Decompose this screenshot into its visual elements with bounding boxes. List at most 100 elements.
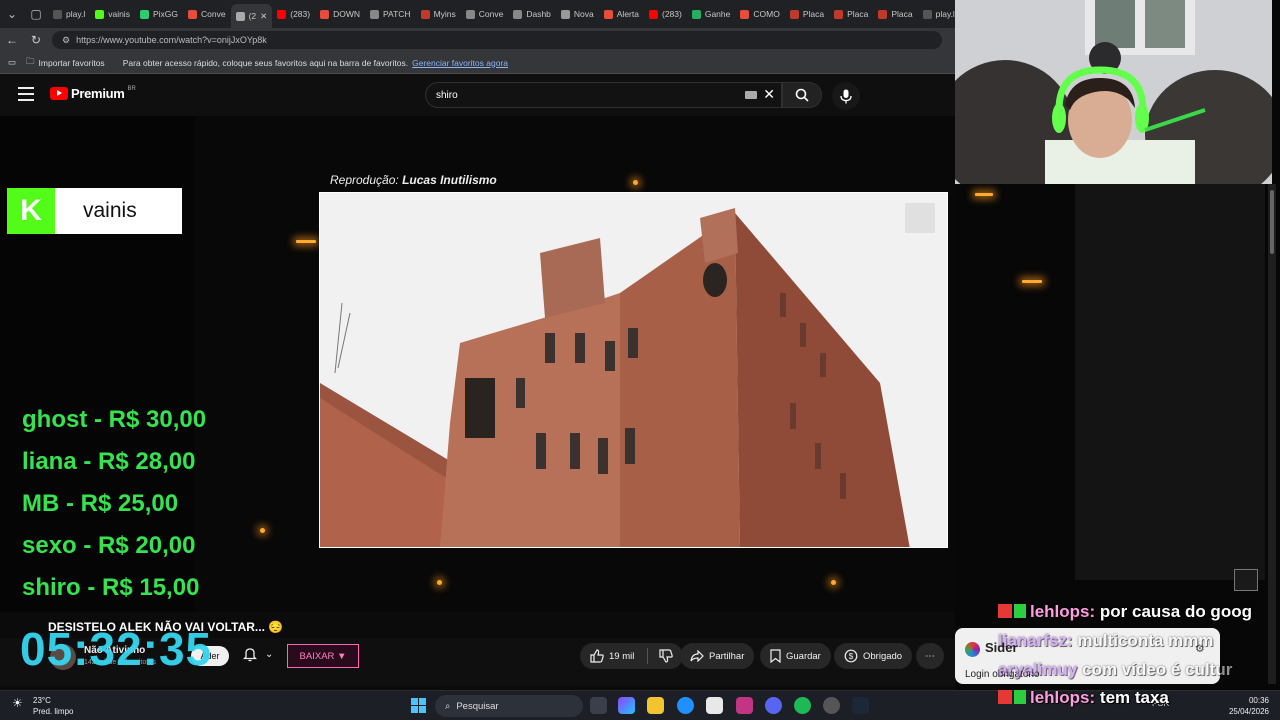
tab-favicon-icon <box>789 9 799 19</box>
video-credit: Reprodução: Lucas Inutilismo <box>330 173 497 187</box>
tab-favicon-icon <box>603 9 613 19</box>
youtube-premium-logo[interactable]: Premium BR <box>50 86 136 101</box>
browser-tab[interactable]: Ganhe <box>687 3 736 25</box>
browser-tab[interactable]: Placa <box>873 3 917 25</box>
tab-favicon-icon <box>691 9 701 19</box>
browser-tab[interactable]: (283) <box>644 3 687 25</box>
discord-icon[interactable] <box>765 697 782 714</box>
tab-actions-icon[interactable]: ▢ <box>24 0 48 28</box>
weather-icon[interactable]: ☀ <box>12 696 23 710</box>
ember-decoration <box>1022 280 1042 283</box>
browser-tab[interactable]: Nova <box>556 3 599 25</box>
edge-icon[interactable] <box>677 697 694 714</box>
browser-tab[interactable]: (2 ✕ <box>230 4 273 28</box>
browser-tab[interactable]: PixGG <box>135 3 183 25</box>
manage-bookmarks-link[interactable]: Gerenciar favoritos agora <box>412 58 508 68</box>
browser-tab[interactable]: DOWN <box>315 3 365 25</box>
clear-search-icon[interactable]: ✕ <box>763 86 775 103</box>
reload-icon[interactable]: ↻ <box>24 33 48 47</box>
steam-icon[interactable] <box>852 697 869 714</box>
streamer-webcam <box>955 0 1272 184</box>
back-icon[interactable]: ← <box>0 33 24 47</box>
address-bar-row: ← ↻ ⚙ https://www.youtube.com/watch?v=on… <box>0 28 955 52</box>
thanks-button[interactable]: $ Obrigado <box>834 643 913 669</box>
keyboard-icon[interactable] <box>745 91 757 99</box>
search-input[interactable]: shiro ✕ <box>425 82 782 108</box>
chat-text: com vídeo é cultur <box>1082 660 1233 679</box>
browser-tab[interactable]: vainis <box>90 3 135 25</box>
browser-tab[interactable]: Myins <box>416 3 461 25</box>
tab-label: PATCH <box>383 9 411 19</box>
browser-tab[interactable]: play.l <box>918 3 955 25</box>
browser-tab[interactable]: (283) <box>272 3 315 25</box>
windows-start-icon[interactable] <box>411 698 426 713</box>
search-icon <box>795 88 809 102</box>
browser-tab[interactable]: Placa <box>785 3 829 25</box>
site-info-icon[interactable]: ⚙ <box>62 35 70 46</box>
tab-label: (283) <box>290 9 311 19</box>
streamer-name: vainis <box>83 199 137 222</box>
weather-widget[interactable]: 23°C Pred. limpo <box>33 695 73 717</box>
tab-favicon-icon <box>320 9 330 19</box>
bookmarks-hint: Para obter acesso rápido, coloque seus f… <box>122 57 409 68</box>
tab-list-dropdown-icon[interactable]: ⌄ <box>0 0 24 28</box>
tab-favicon-icon <box>420 9 430 19</box>
notifications-bell-button[interactable]: ⌄ <box>243 647 273 662</box>
tab-label: PixGG <box>152 9 178 19</box>
import-bookmarks-button[interactable]: 🗀 Importar favoritos <box>26 56 105 70</box>
chat-badge-icon <box>1014 604 1026 618</box>
browser-tab[interactable]: Dashb <box>508 3 556 25</box>
download-button[interactable]: BAIXAR ▼ <box>287 644 359 668</box>
browser-tab[interactable]: play.l <box>48 3 90 25</box>
copilot-icon[interactable] <box>618 697 635 714</box>
tab-favicon-icon <box>513 9 523 19</box>
scrollbar[interactable] <box>1268 184 1276 684</box>
tab-label: COMO <box>753 9 780 19</box>
spotify-icon[interactable] <box>794 697 811 714</box>
task-view-icon[interactable] <box>590 697 607 714</box>
tab-label: Myins <box>433 9 456 19</box>
thumbs-down-icon[interactable] <box>659 649 674 663</box>
scrollbar-thumb[interactable] <box>1270 190 1274 254</box>
browser-tab[interactable]: Alerta <box>599 3 644 25</box>
file-explorer-icon[interactable] <box>647 697 664 714</box>
browser-tab[interactable]: Conve <box>183 3 231 25</box>
tab-label: vainis <box>108 9 130 19</box>
browser-tab[interactable]: PATCH <box>365 3 416 25</box>
tabs-container: play.l vainis PixGG Conve (2 ✕ (283) DOWN PATCH M… <box>48 0 955 28</box>
store-icon[interactable] <box>706 697 723 714</box>
more-icon: ⋯ <box>925 650 935 662</box>
voice-search-button[interactable] <box>832 82 860 110</box>
url-text: https://www.youtube.com/watch?v=onijJxOY… <box>76 35 267 45</box>
tab-label: Alerta <box>616 9 639 19</box>
sidebar-toggle-icon[interactable]: ▭ <box>8 57 16 68</box>
share-button[interactable]: Partilhar <box>680 643 755 669</box>
browser-tab[interactable]: Conve <box>461 3 509 25</box>
chrome-icon[interactable] <box>823 697 840 714</box>
price-item: sexo - R$ 20,00 <box>22 532 196 559</box>
chat-text: multiconta mmm <box>1077 631 1214 650</box>
search-icon: ⌕ <box>445 700 451 712</box>
photos-icon[interactable] <box>736 697 753 714</box>
browser-tab[interactable]: Placa <box>829 3 873 25</box>
chat-user: lianarfsz: <box>998 631 1073 650</box>
more-actions-button[interactable]: ⋯ <box>916 643 944 669</box>
ember-decoration <box>260 528 265 533</box>
like-button[interactable]: 19 mil <box>580 643 684 669</box>
corner-logo-icon <box>1234 569 1258 591</box>
tab-favicon-icon <box>187 9 197 19</box>
chat-message: lehlops: por causa do goog <box>998 602 1252 622</box>
youtube-header: Premium BR shiro ✕ <box>0 74 955 116</box>
url-field[interactable]: ⚙ https://www.youtube.com/watch?v=onijJx… <box>52 31 942 49</box>
tab-label: Placa <box>847 9 869 19</box>
chat-text: tem taxa <box>1099 688 1169 707</box>
search-button[interactable] <box>782 82 822 108</box>
hamburger-menu-icon[interactable] <box>18 87 34 101</box>
tab-label: Conve <box>478 9 504 19</box>
save-button[interactable]: Guardar <box>760 643 831 669</box>
video-player[interactable]: Reprodução: Lucas Inutilismo K vainis gh… <box>0 116 955 612</box>
close-tab-icon[interactable]: ✕ <box>260 11 267 22</box>
browser-tab[interactable]: COMO <box>735 3 784 25</box>
taskbar-search[interactable]: ⌕ Pesquisar <box>435 695 583 717</box>
taskbar-clock[interactable]: 00:36 25/04/2026 <box>1227 695 1269 717</box>
